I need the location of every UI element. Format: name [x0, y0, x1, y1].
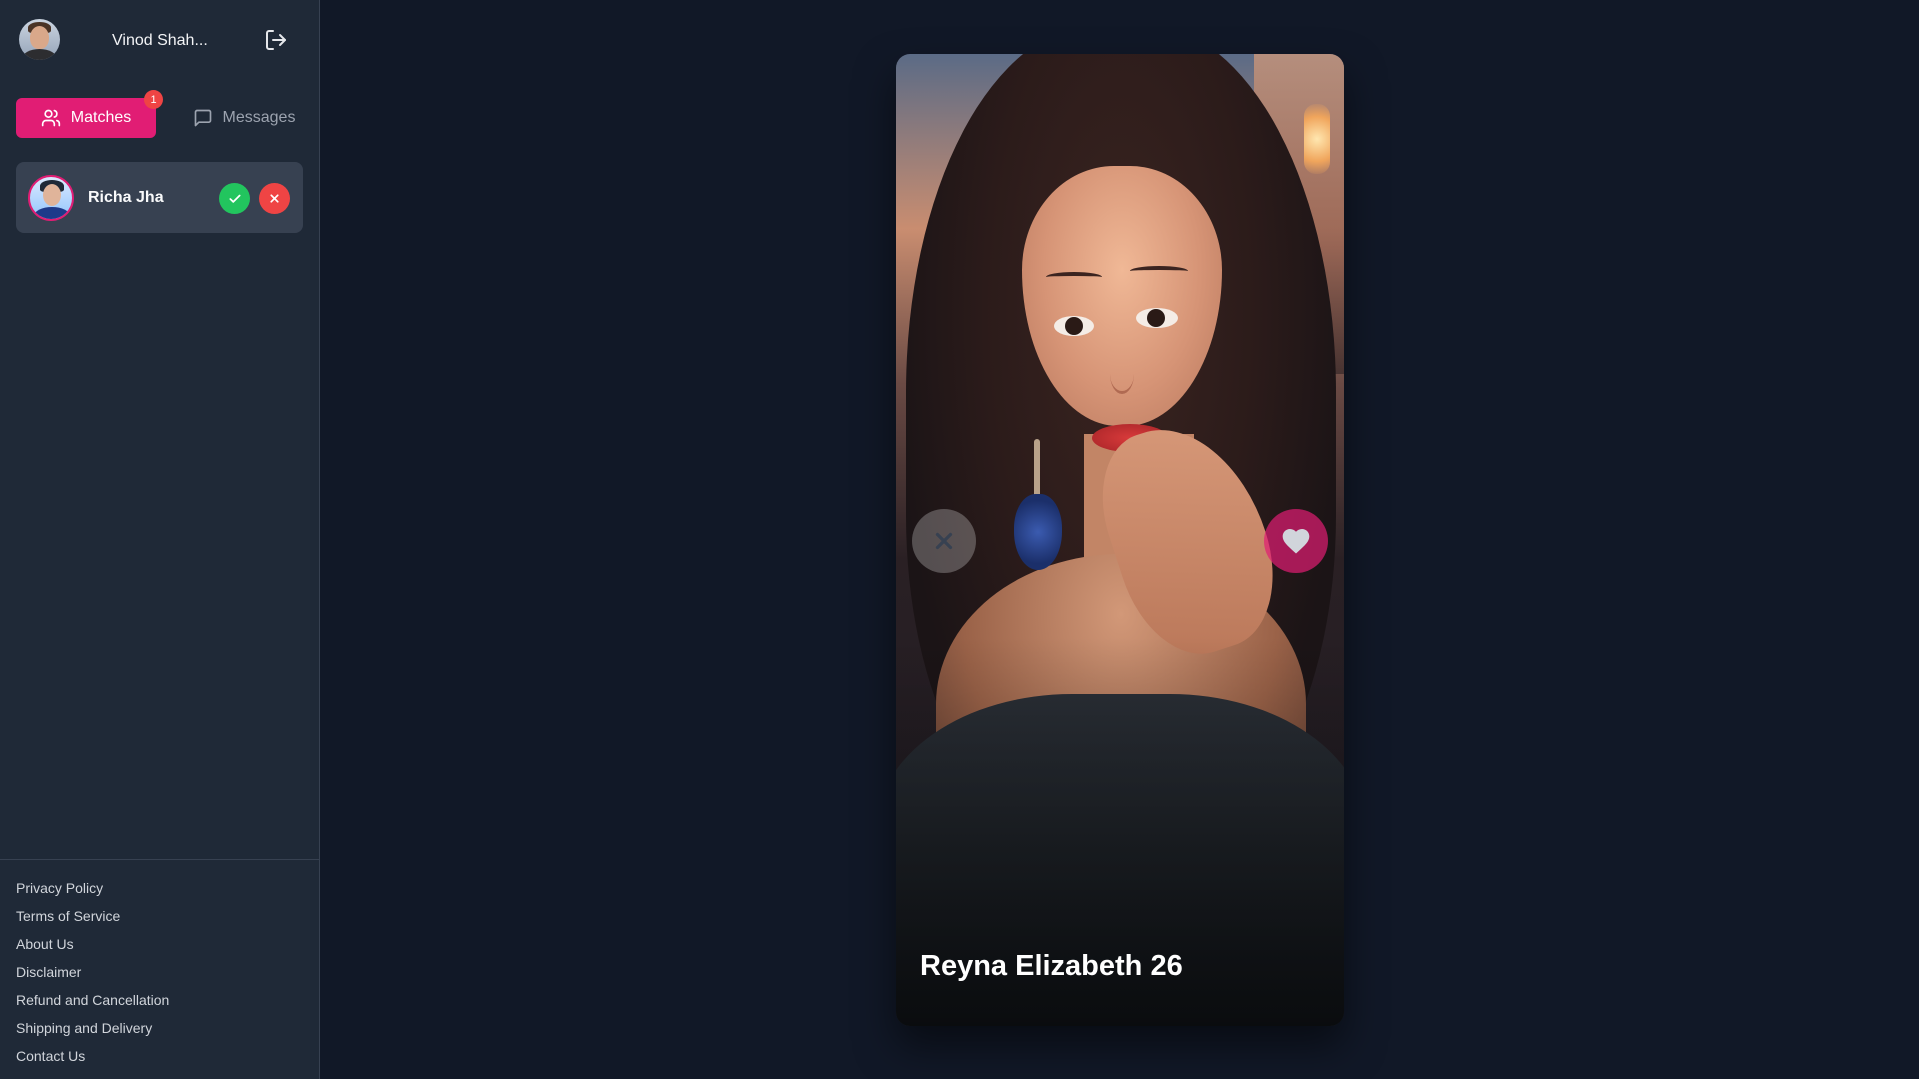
profile-name-age: Reyna Elizabeth 26 [920, 950, 1183, 982]
contact-us-link[interactable]: Contact Us [16, 1048, 85, 1064]
tab-matches-label: Matches [70, 109, 132, 126]
accept-match-button[interactable] [219, 183, 250, 214]
matches-count-badge: 1 [144, 90, 163, 109]
refund-cancellation-link[interactable]: Refund and Cancellation [16, 992, 169, 1008]
match-list-item[interactable]: Richa Jha [16, 162, 303, 233]
logout-icon [266, 30, 286, 50]
close-icon [270, 194, 279, 203]
check-icon [228, 194, 241, 203]
pass-button[interactable] [912, 509, 976, 573]
match-avatar[interactable] [28, 175, 74, 221]
like-button[interactable] [1264, 509, 1328, 573]
match-name: Richa Jha [88, 189, 164, 206]
privacy-policy-link[interactable]: Privacy Policy [16, 880, 103, 896]
user-name: Vinod Shah... [112, 32, 208, 49]
disclaimer-link[interactable]: Disclaimer [16, 964, 81, 980]
footer-links: Privacy Policy Terms of Service About Us… [0, 859, 320, 1079]
profile-bar: Vinod Shah... [0, 0, 320, 82]
tab-bar: Matches 1 Messages [16, 90, 304, 138]
about-us-link[interactable]: About Us [16, 936, 74, 952]
tab-messages-label: Messages [222, 109, 296, 126]
profile-card[interactable]: Reyna Elizabeth 26 [896, 54, 1344, 1026]
sidebar: Vinod Shah... Matches 1 Messages Richa J… [0, 0, 320, 1079]
avatar[interactable] [19, 19, 60, 60]
tab-messages[interactable]: Messages [184, 98, 304, 138]
heart-icon [1282, 529, 1310, 554]
tab-matches[interactable]: Matches [16, 98, 156, 138]
reject-match-button[interactable] [259, 183, 290, 214]
logout-button[interactable] [264, 28, 288, 52]
terms-of-service-link[interactable]: Terms of Service [16, 908, 120, 924]
message-icon [194, 109, 211, 127]
shipping-delivery-link[interactable]: Shipping and Delivery [16, 1020, 152, 1036]
close-icon [935, 532, 953, 550]
users-icon [41, 109, 60, 127]
